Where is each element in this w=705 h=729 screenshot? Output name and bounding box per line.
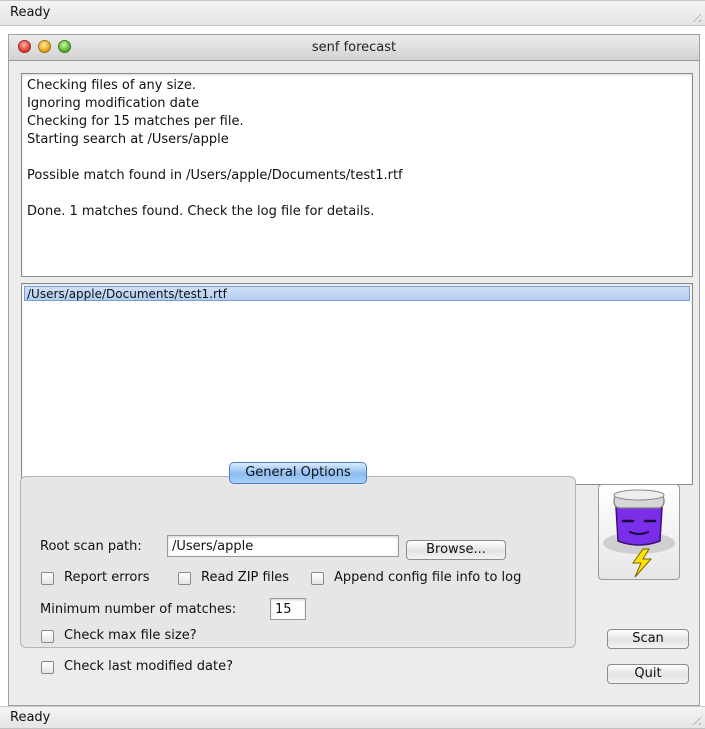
min-matches-input[interactable] <box>270 598 306 620</box>
list-item-label: /Users/apple/Documents/test1.rtf <box>27 287 227 301</box>
scan-icon-button[interactable] <box>598 484 680 580</box>
report-errors-label: Report errors <box>64 570 150 585</box>
browse-button[interactable]: Browse... <box>406 540 506 560</box>
title-bar[interactable]: senf forecast <box>9 35 699 61</box>
root-scan-path-input[interactable] <box>167 535 399 557</box>
log-line: Starting search at /Users/apple <box>27 132 229 147</box>
log-panel[interactable]: Checking files of any size. Ignoring mod… <box>21 73 693 277</box>
general-options-group <box>20 476 576 648</box>
resize-grip-icon[interactable] <box>689 10 701 22</box>
jar-lightning-icon <box>603 489 675 578</box>
scan-button[interactable]: Scan <box>607 629 689 649</box>
status-text: Ready <box>10 5 51 20</box>
read-zip-label: Read ZIP files <box>201 570 290 585</box>
check-last-modified-label: Check last modified date? <box>64 659 233 674</box>
log-line: Checking for 15 matches per file. <box>27 114 244 129</box>
status-text: Ready <box>10 710 51 725</box>
resize-grip-icon[interactable] <box>689 713 701 725</box>
report-errors-checkbox[interactable] <box>41 572 54 585</box>
quit-button[interactable]: Quit <box>607 664 689 684</box>
check-max-size-label: Check max file size? <box>64 628 197 643</box>
outer-status-bar-bottom: Ready <box>0 706 705 729</box>
read-zip-checkbox[interactable] <box>178 572 191 585</box>
log-line: Possible match found in /Users/apple/Doc… <box>27 168 403 183</box>
results-list[interactable]: /Users/apple/Documents/test1.rtf <box>21 283 693 485</box>
list-item[interactable]: /Users/apple/Documents/test1.rtf <box>24 286 690 301</box>
append-config-checkbox[interactable] <box>311 572 324 585</box>
root-scan-path-label: Root scan path: <box>40 539 142 554</box>
window-title: senf forecast <box>311 40 397 55</box>
tab-general-options[interactable]: General Options <box>229 462 367 484</box>
check-max-size-checkbox[interactable] <box>41 630 54 643</box>
append-config-label: Append config file info to log <box>334 570 522 585</box>
min-matches-label: Minimum number of matches: <box>40 602 237 617</box>
check-last-modified-checkbox[interactable] <box>41 661 54 674</box>
log-line: Done. 1 matches found. Check the log fil… <box>27 204 375 219</box>
outer-status-bar-top: Ready <box>0 0 705 26</box>
log-line: Checking files of any size. <box>27 78 196 93</box>
log-line: Ignoring modification date <box>27 96 199 111</box>
